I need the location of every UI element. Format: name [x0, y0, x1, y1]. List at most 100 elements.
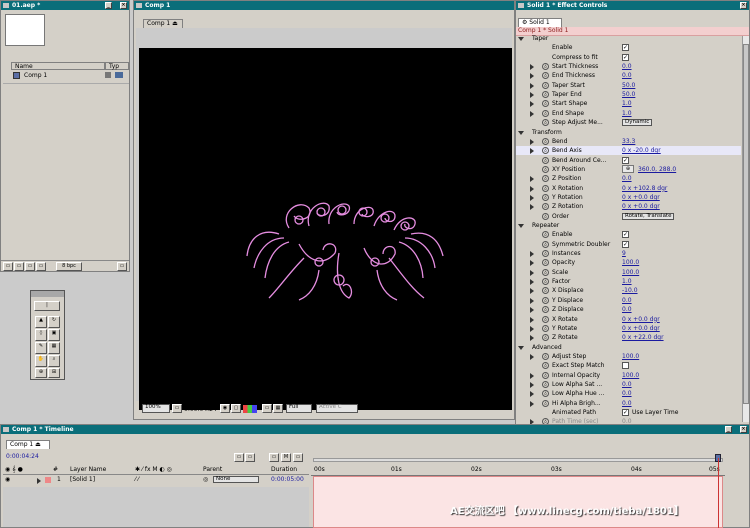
ec-row-instances[interactable]: ő Instances 9: [516, 249, 741, 258]
twirl-icon[interactable]: [530, 335, 534, 342]
ec-row-checkbox[interactable]: ✓: [622, 44, 629, 52]
stopwatch-icon[interactable]: ő: [542, 165, 549, 173]
stopwatch-icon[interactable]: ő: [542, 63, 549, 71]
ec-row-value[interactable]: 50.0: [622, 81, 635, 90]
ec-row-value[interactable]: 360.0, 288.0: [638, 165, 676, 174]
ec-row-low-alpha-sat[interactable]: ő Low Alpha Sat ... 0.0: [516, 380, 741, 389]
twirl-icon[interactable]: [530, 288, 534, 295]
ec-row-value[interactable]: 0.0: [622, 174, 632, 183]
tools-title-bar[interactable]: [31, 291, 64, 297]
ec-row-checkbox[interactable]: ✓: [622, 156, 629, 164]
ec-row-end-shape[interactable]: ő End Shape 1.0: [516, 109, 741, 118]
twirl-icon[interactable]: [530, 148, 534, 155]
close-button[interactable]: ×: [120, 2, 127, 9]
tl-switch-button-3[interactable]: ▭: [269, 453, 279, 462]
ec-row-hi-alpha-brigh[interactable]: ő Hi Alpha Brigh... 0.0: [516, 399, 741, 408]
ec-row-exact-step-match[interactable]: ő Exact Step Match: [516, 361, 741, 370]
stopwatch-icon[interactable]: ő: [542, 278, 549, 286]
twirl-icon[interactable]: [530, 251, 534, 258]
parent-dropdown[interactable]: None: [213, 476, 259, 483]
rotation-tool[interactable]: ↻: [48, 316, 60, 328]
snapshot-button[interactable]: ◉: [220, 404, 230, 413]
stopwatch-icon[interactable]: ő: [542, 203, 549, 211]
ec-row-value[interactable]: 100.0: [622, 258, 639, 267]
twirl-icon[interactable]: [530, 279, 534, 286]
active-camera-dropdown[interactable]: Active C: [316, 404, 358, 413]
tl-layer-row[interactable]: ◉ 1 [Solid 1] ⁄ ⁄ ◎ None 0:00:05:00: [3, 476, 309, 485]
channel-colors-icon[interactable]: [243, 405, 257, 413]
ec-row-checkbox[interactable]: ✓: [622, 240, 629, 248]
stopwatch-icon[interactable]: ő: [542, 212, 549, 220]
ec-row-bend-around-ce[interactable]: ő Bend Around Ce... ✓: [516, 156, 741, 165]
ec-row-value[interactable]: 1.0: [622, 109, 632, 118]
ec-row-transform[interactable]: Transform: [516, 128, 741, 137]
ec-row-low-alpha-hue[interactable]: ő Low Alpha Hue ... 0.0: [516, 389, 741, 398]
ec-row-value[interactable]: 0 x +0.0 dgr: [622, 315, 660, 324]
ec-row-value[interactable]: 0.0: [622, 389, 632, 398]
new-folder-button[interactable]: ▭: [14, 262, 24, 271]
stopwatch-icon[interactable]: ő: [542, 81, 549, 89]
ec-row-advanced[interactable]: Advanced: [516, 343, 741, 352]
comp-canvas[interactable]: [139, 48, 512, 410]
transparency-grid-button[interactable]: ▦: [273, 404, 283, 413]
ec-row-value[interactable]: 100.0: [622, 268, 639, 277]
stopwatch-icon[interactable]: ő: [542, 156, 549, 164]
stopwatch-icon[interactable]: ő: [542, 231, 549, 239]
ec-row-checkbox[interactable]: ✓: [622, 231, 629, 239]
twirl-icon[interactable]: [530, 381, 534, 388]
pen-tool[interactable]: ✎: [35, 342, 47, 354]
ec-row-value[interactable]: 0 x +102.8 dgr: [622, 184, 667, 193]
twirl-icon[interactable]: [530, 400, 534, 407]
tl-minimize-button[interactable]: _: [725, 426, 732, 433]
stopwatch-icon[interactable]: ő: [542, 315, 549, 323]
delete-button[interactable]: ▭: [117, 262, 127, 271]
twirl-icon[interactable]: [530, 64, 534, 71]
ec-close-button[interactable]: ×: [740, 2, 747, 9]
ec-row-value[interactable]: 0.0: [622, 380, 632, 389]
twirl-icon[interactable]: [530, 269, 534, 276]
comp-viewer-area[interactable]: [136, 28, 512, 410]
project-title-bar[interactable]: 01.aep * _ ×: [1, 1, 129, 10]
parent-header[interactable]: Parent: [203, 466, 222, 473]
ec-row-enable[interactable]: ő Enable ✓: [516, 230, 741, 239]
ec-row-bend[interactable]: ő Bend 33.3: [516, 137, 741, 146]
twirl-icon[interactable]: [530, 325, 534, 332]
ec-row-value[interactable]: 0 x +0.0 dgr: [622, 193, 660, 202]
ec-row-value[interactable]: 0 x -20.0 dgr: [622, 146, 661, 155]
ec-row-checkbox[interactable]: ✓: [622, 409, 629, 416]
twirl-icon[interactable]: [530, 185, 534, 192]
ec-row-value[interactable]: 0.0: [622, 305, 632, 314]
stopwatch-icon[interactable]: ő: [542, 399, 549, 407]
tl-switch-button-1[interactable]: ▭: [234, 453, 244, 462]
stopwatch-icon[interactable]: ő: [542, 147, 549, 155]
twirl-icon[interactable]: [530, 391, 534, 398]
timeline-timecode[interactable]: 0:00:04:24: [6, 453, 39, 460]
twirl-icon[interactable]: [518, 224, 524, 228]
safe-zones-button[interactable]: ▭: [172, 404, 182, 413]
ec-row-value[interactable]: 0.0: [622, 71, 632, 80]
project-list-area[interactable]: [3, 83, 129, 258]
ec-row-value[interactable]: 0 x +0.0 dgr: [622, 324, 660, 333]
ec-scrollbar[interactable]: [742, 36, 749, 422]
hand-pan-tool[interactable]: ✋: [35, 355, 47, 367]
selection-tool[interactable]: ▲: [35, 316, 47, 328]
ec-row-opacity[interactable]: ő Opacity 100.0: [516, 258, 741, 267]
ec-row-value[interactable]: 33.3: [622, 137, 635, 146]
ec-row-value[interactable]: 100.0: [622, 352, 639, 361]
ec-row-value[interactable]: 0.0: [622, 296, 632, 305]
ec-row-dropdown[interactable]: Dynamic: [622, 119, 653, 127]
twirl-icon[interactable]: [530, 194, 534, 201]
zoom-tool[interactable]: ⌕: [48, 355, 60, 367]
ec-row-z-position[interactable]: őZ Position 0.0: [516, 174, 741, 183]
twirl-icon[interactable]: [530, 353, 534, 360]
twirl-icon[interactable]: [530, 138, 534, 145]
ec-row-taper-end[interactable]: ő Taper End 50.0: [516, 90, 741, 99]
ec-row-value[interactable]: 0.0: [622, 399, 632, 408]
comp-viewer-tab[interactable]: Comp 1 ⏏: [143, 19, 183, 28]
stopwatch-icon[interactable]: ő: [542, 193, 549, 201]
ec-row-taper-start[interactable]: ő Taper Start 50.0: [516, 81, 741, 90]
layer-duration[interactable]: 0:00:05:00: [271, 476, 304, 483]
mask-tool[interactable]: ▦: [48, 342, 60, 354]
ec-row-xy-position[interactable]: ő XY Position ⊕ 360.0, 288.0: [516, 164, 741, 174]
twirl-icon[interactable]: [518, 130, 524, 135]
